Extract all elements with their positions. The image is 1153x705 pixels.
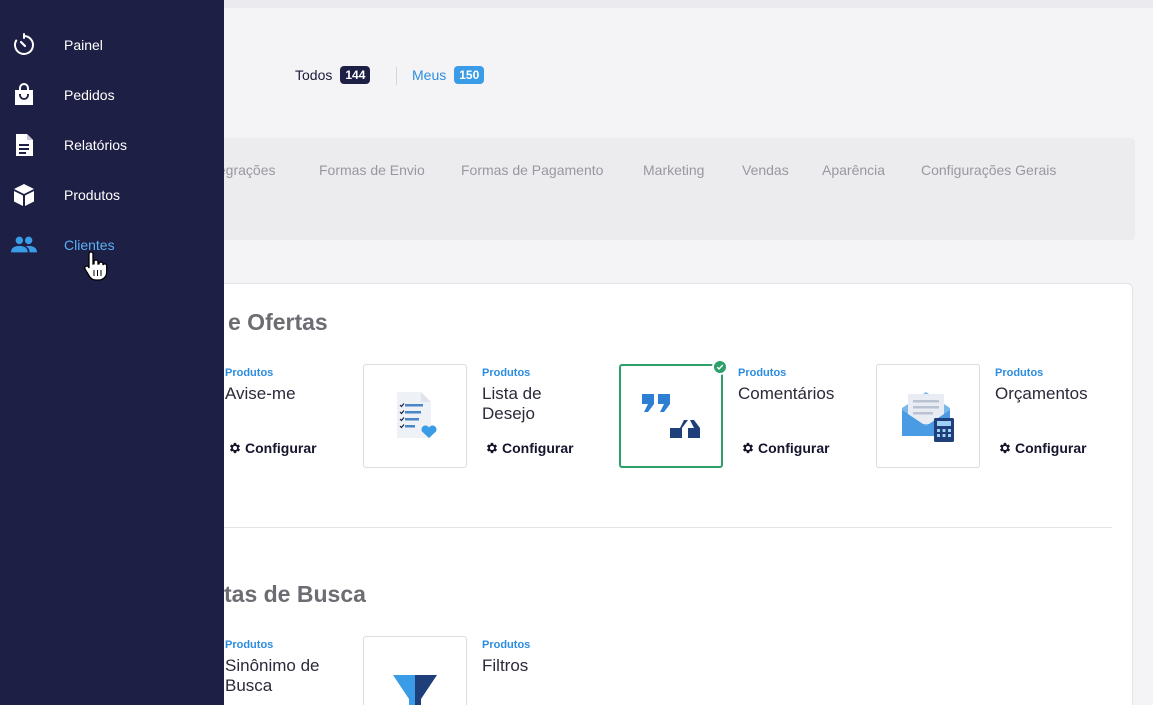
section-title: e Ofertas bbox=[228, 309, 328, 335]
tab-vendas[interactable]: Vendas bbox=[742, 162, 789, 178]
installed-check-icon bbox=[712, 359, 728, 375]
apps-card bbox=[150, 283, 1133, 705]
comments-icon bbox=[642, 394, 700, 438]
app-icon-box[interactable] bbox=[363, 364, 467, 468]
configure-label: Configurar bbox=[502, 440, 574, 456]
stopwatch-icon bbox=[11, 32, 37, 58]
tab-configuracoes-gerais[interactable]: Configurações Gerais bbox=[921, 162, 1056, 178]
users-icon bbox=[11, 232, 37, 258]
sidebar-item-produtos[interactable]: Produtos bbox=[0, 175, 224, 215]
configure-button[interactable]: Configurar bbox=[998, 440, 1087, 456]
shopping-bag-icon bbox=[11, 82, 37, 108]
sidebar-item-painel[interactable]: Painel bbox=[0, 25, 224, 65]
app-name[interactable]: Comentários bbox=[738, 384, 868, 404]
tab-formas-de-envio[interactable]: Formas de Envio bbox=[319, 162, 425, 178]
configure-label: Configurar bbox=[1015, 440, 1087, 456]
configure-button[interactable]: Configurar bbox=[228, 440, 317, 456]
tab-marketing[interactable]: Marketing bbox=[643, 162, 704, 178]
app-name[interactable]: Sinônimo de Busca bbox=[225, 656, 345, 696]
app-category: Produtos bbox=[225, 639, 274, 651]
app-category: Produtos bbox=[225, 367, 274, 379]
configure-label: Configurar bbox=[245, 440, 317, 456]
filter-mine[interactable]: Meus 150 bbox=[412, 66, 485, 84]
tab-formas-de-pagamento[interactable]: Formas de Pagamento bbox=[461, 162, 603, 178]
filter-mine-label: Meus bbox=[412, 67, 447, 83]
sidebar-item-label: Produtos bbox=[64, 187, 121, 203]
app-icon-box[interactable] bbox=[363, 636, 467, 705]
configure-button[interactable]: Configurar bbox=[741, 440, 830, 456]
tab-aparencia[interactable]: Aparência bbox=[822, 162, 885, 178]
app-name[interactable]: Avise-me bbox=[225, 384, 355, 404]
sidebar: Painel Pedidos Relatórios Produtos Clien… bbox=[0, 0, 224, 705]
box-icon bbox=[11, 182, 37, 208]
document-icon bbox=[11, 132, 37, 158]
configure-button[interactable]: Configurar bbox=[485, 440, 574, 456]
gear-icon bbox=[229, 442, 241, 454]
sidebar-item-clientes[interactable]: Clientes bbox=[0, 225, 224, 265]
app-name[interactable]: Lista de Desejo bbox=[482, 384, 572, 424]
sidebar-item-label: Pedidos bbox=[64, 87, 115, 103]
category-tabs-bar bbox=[150, 138, 1135, 240]
app-name[interactable]: Filtros bbox=[482, 656, 612, 676]
configure-label: Configurar bbox=[758, 440, 830, 456]
sidebar-item-label: Painel bbox=[64, 37, 103, 53]
app-category: Produtos bbox=[738, 367, 787, 379]
gear-icon bbox=[486, 442, 498, 454]
gear-icon bbox=[999, 442, 1011, 454]
app-icon-box[interactable] bbox=[876, 364, 980, 468]
gear-icon bbox=[742, 442, 754, 454]
filter-funnel-icon bbox=[393, 674, 437, 705]
sidebar-item-relatorios[interactable]: Relatórios bbox=[0, 125, 224, 165]
filter-all-count: 144 bbox=[340, 66, 371, 84]
app-icon-box[interactable] bbox=[619, 359, 728, 468]
sidebar-item-label: Relatórios bbox=[64, 137, 128, 153]
app-category: Produtos bbox=[482, 367, 531, 379]
app-category: Produtos bbox=[482, 639, 531, 651]
filter-divider bbox=[396, 67, 397, 85]
filter-all-label: Todos bbox=[295, 67, 333, 83]
section-title: tas de Busca bbox=[224, 581, 366, 607]
app-category: Produtos bbox=[995, 367, 1044, 379]
hand-cursor-icon bbox=[84, 251, 108, 281]
wishlist-icon bbox=[397, 392, 437, 438]
filter-all[interactable]: Todos 144 bbox=[295, 66, 371, 84]
quote-envelope-icon bbox=[902, 392, 954, 442]
app-name[interactable]: Orçamentos bbox=[995, 384, 1125, 404]
filter-mine-count: 150 bbox=[454, 66, 485, 84]
section-divider bbox=[222, 527, 1112, 528]
sidebar-item-pedidos[interactable]: Pedidos bbox=[0, 75, 224, 115]
